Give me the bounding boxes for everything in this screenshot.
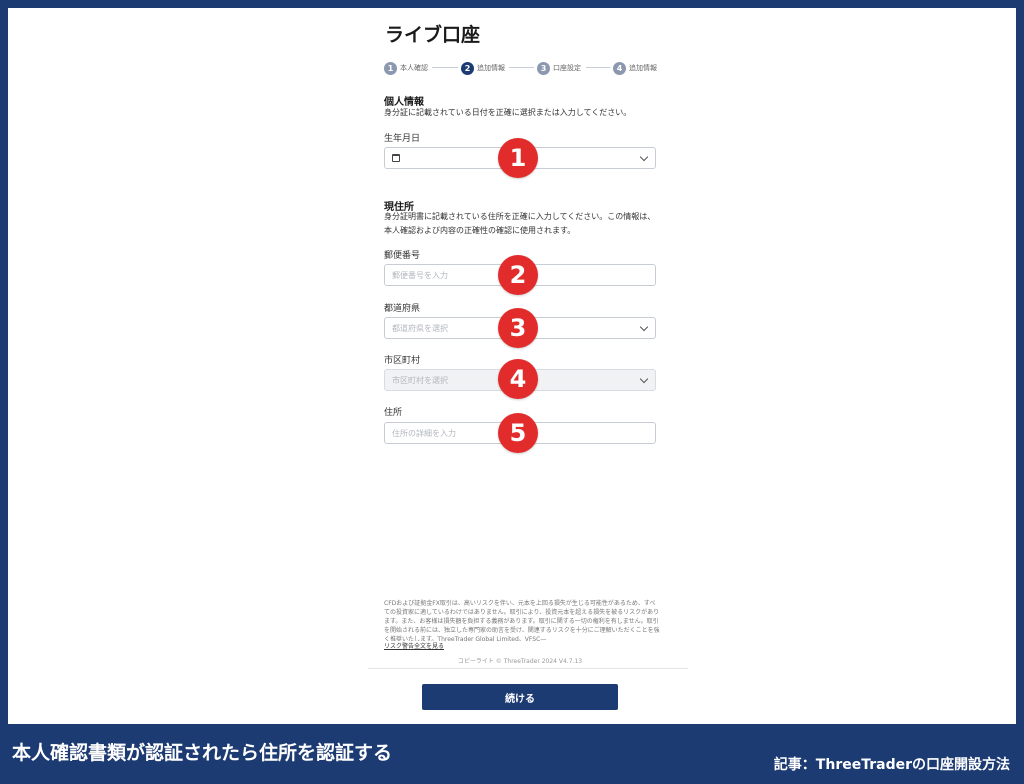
calendar-icon <box>392 154 400 162</box>
step-3-number: 3 <box>537 61 550 75</box>
step-1-label: 本人確認 <box>400 64 428 72</box>
step-2-label: 追加情報 <box>477 64 505 72</box>
risk-disclaimer: CFDおよび証拠金FX取引は、高いリスクを伴い、元本を上回る損失が生じる可能性が… <box>384 600 660 641</box>
caption-text: 本人確認書類が認証されたら住所を認証する <box>12 742 393 764</box>
annotation-badge-4: 4 <box>498 359 538 399</box>
copyright: コピーライト © ThreeTrader 2024 V4.7.13 <box>457 658 583 665</box>
annotation-badge-5: 5 <box>498 413 538 453</box>
step-connector <box>509 67 534 68</box>
chevron-down-icon <box>639 152 649 162</box>
step-2: 2 追加情報 <box>461 60 505 76</box>
step-1-number: 1 <box>384 61 397 75</box>
step-4: 4 追加情報 <box>613 60 657 76</box>
postal-code-placeholder: 郵便番号を入力 <box>392 270 448 280</box>
personal-info-desc: 身分証に記載されている日付を正確に選択または入力してください。 <box>384 108 632 117</box>
step-1: 1 本人確認 <box>384 60 428 76</box>
city-label: 市区町村 <box>384 356 421 366</box>
live-account-form: ライブ口座 1 本人確認 2 追加情報 3 口座設定 4 追加情報 <box>376 20 664 76</box>
step-4-number: 4 <box>613 61 626 75</box>
risk-warning-link[interactable]: リスク警告全文を見る <box>384 641 444 650</box>
continue-button[interactable]: 続ける <box>422 684 618 710</box>
progress-stepper: 1 本人確認 2 追加情報 3 口座設定 4 追加情報 <box>384 60 657 76</box>
address-desc: 身分証明書に記載されている住所を正確に入力してください。この情報は、本人確認およ… <box>384 212 656 235</box>
step-3: 3 口座設定 <box>537 60 581 76</box>
step-3-label: 口座設定 <box>553 64 581 72</box>
street-label: 住所 <box>384 408 403 418</box>
step-2-number: 2 <box>461 61 474 75</box>
prefecture-placeholder: 都道府県を選択 <box>392 323 448 333</box>
annotation-badge-3: 3 <box>498 308 538 348</box>
step-4-label: 追加情報 <box>629 64 657 72</box>
step-connector <box>586 67 610 68</box>
page-title: ライブ口座 <box>385 24 481 46</box>
chevron-down-icon <box>639 374 649 384</box>
dob-label: 生年月日 <box>384 134 421 144</box>
annotation-badge-1: 1 <box>498 138 538 178</box>
street-placeholder: 住所の詳細を入力 <box>392 428 456 438</box>
article-label: 記事：ThreeTraderの口座開設方法 <box>773 757 1010 773</box>
chevron-down-icon <box>639 322 649 332</box>
postal-code-label: 郵便番号 <box>384 251 421 261</box>
city-placeholder: 市区町村を選択 <box>392 375 448 385</box>
prefecture-label: 都道府県 <box>384 304 421 314</box>
footer-divider <box>368 668 688 669</box>
step-connector <box>432 67 458 68</box>
annotation-badge-2: 2 <box>498 255 538 295</box>
